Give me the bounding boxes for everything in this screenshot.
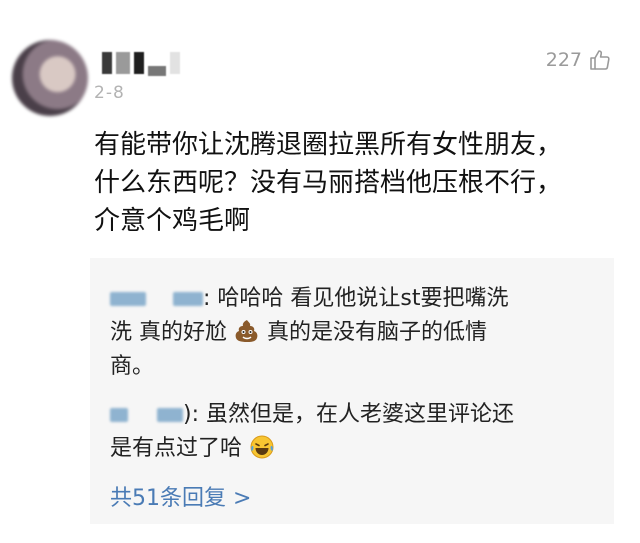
comment-line: 介意个鸡毛啊 bbox=[94, 206, 251, 236]
censor-block bbox=[102, 52, 112, 74]
reply-line: : 哈哈哈 看见他说让st要把嘴洗 bbox=[110, 282, 594, 316]
thumbs-up-icon bbox=[590, 50, 610, 70]
like-button[interactable]: 227 bbox=[546, 48, 612, 72]
reply-text: ): 虽然但是，在人老婆这里评论还 bbox=[183, 402, 514, 427]
reply-username-censored[interactable] bbox=[157, 408, 183, 422]
poop-emoji-icon bbox=[235, 320, 258, 342]
replies-panel: : 哈哈哈 看见他说让st要把嘴洗 洗 真的好尬 真的是没有脑子的低情 商。 )… bbox=[90, 258, 614, 524]
reply-line: 洗 真的好尬 真的是没有脑子的低情 bbox=[110, 316, 594, 350]
reply-text: : 哈哈哈 看见他说让st要把嘴洗 bbox=[203, 286, 509, 311]
like-count: 227 bbox=[545, 49, 582, 71]
censor-block bbox=[134, 52, 144, 74]
comment-line: 什么东西呢？没有马丽搭档他压根不行， bbox=[94, 168, 563, 198]
censor-block bbox=[170, 52, 180, 74]
censor-block bbox=[116, 52, 130, 74]
reply-text: 洗 真的好尬 bbox=[110, 320, 227, 345]
reply-item[interactable]: ): 虽然但是，在人老婆这里评论还 是有点过了哈 bbox=[110, 398, 594, 466]
reply-line: 是有点过了哈 bbox=[110, 432, 594, 466]
comment-date: 2-8 bbox=[94, 83, 125, 103]
comment-avatar[interactable] bbox=[12, 40, 88, 116]
comment-line: 有能带你让沈腾退圈拉黑所有女性朋友， bbox=[94, 130, 563, 160]
reply-username-censored[interactable] bbox=[110, 292, 146, 306]
reply-line: 商。 bbox=[110, 354, 155, 379]
reply-username-censored[interactable] bbox=[110, 408, 128, 422]
censor-block bbox=[148, 66, 166, 76]
username-censored[interactable] bbox=[102, 50, 192, 76]
comment-text: 有能带你让沈腾退圈拉黑所有女性朋友， 什么东西呢？没有马丽搭档他压根不行， 介意… bbox=[94, 126, 614, 240]
reply-username-censored[interactable] bbox=[173, 292, 203, 306]
reply-text: 是有点过了哈 bbox=[110, 436, 243, 461]
view-more-replies-link[interactable]: 共51条回复 > bbox=[110, 480, 251, 512]
reply-item[interactable]: : 哈哈哈 看见他说让st要把嘴洗 洗 真的好尬 真的是没有脑子的低情 商。 bbox=[110, 282, 594, 384]
reply-text: 真的是没有脑子的低情 bbox=[267, 320, 488, 345]
laughing-tears-emoji-icon bbox=[250, 435, 274, 459]
reply-line: ): 虽然但是，在人老婆这里评论还 bbox=[110, 398, 594, 432]
